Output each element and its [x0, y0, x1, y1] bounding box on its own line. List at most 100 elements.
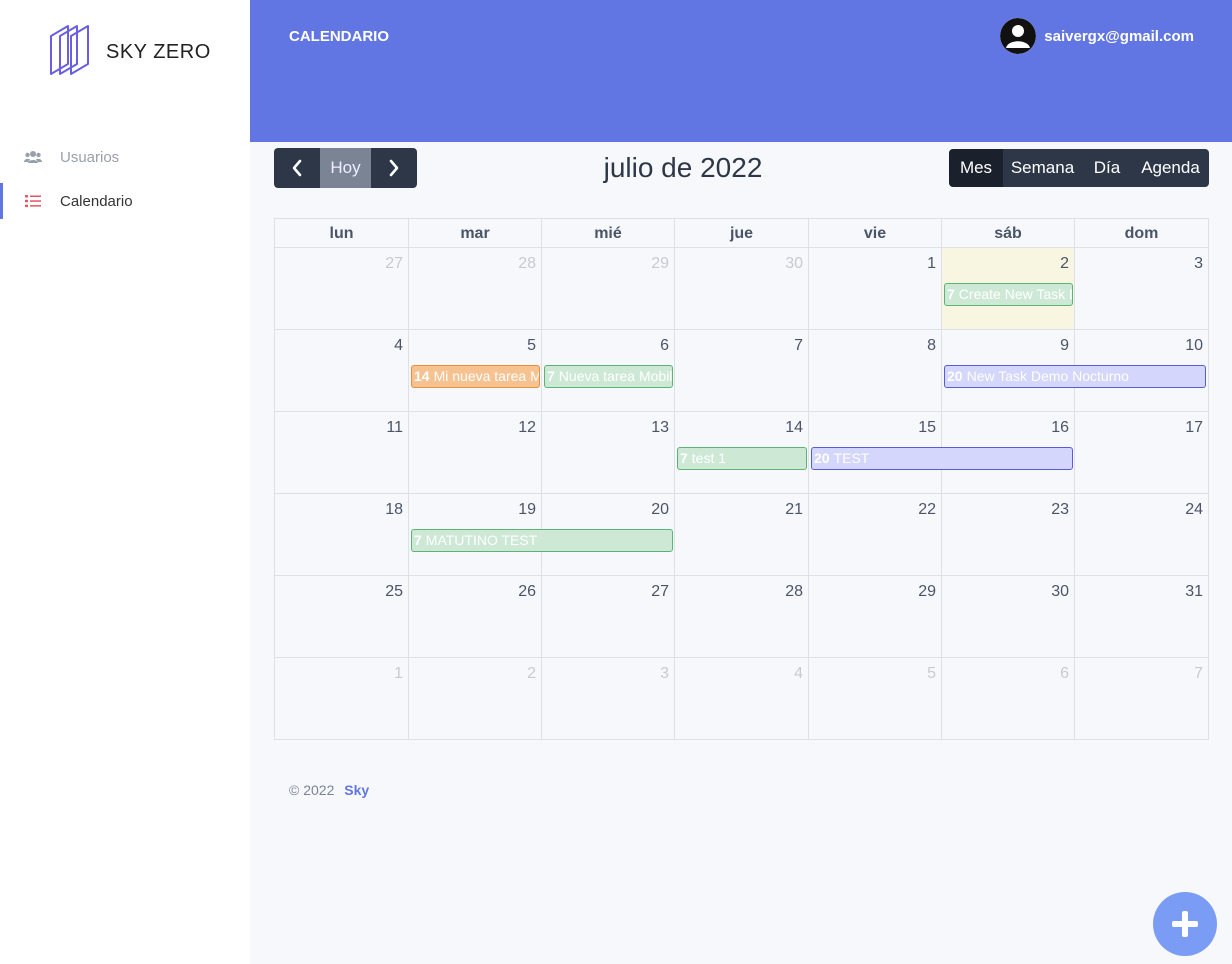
day-number[interactable]: 25 [385, 583, 403, 601]
day-cell[interactable]: 11 [275, 412, 409, 494]
user-menu[interactable]: saivergx@gmail.com [1000, 18, 1194, 54]
list-icon [24, 192, 42, 210]
event-badge: 7 [414, 532, 422, 548]
day-cell[interactable]: 4 [675, 658, 809, 740]
view-semana-button[interactable]: Semana [1003, 149, 1082, 187]
day-cell[interactable]: 27 [275, 248, 409, 330]
day-number[interactable]: 14 [785, 419, 803, 437]
day-number[interactable]: 2 [527, 665, 536, 683]
day-cell[interactable]: 31 [1075, 576, 1208, 658]
day-number[interactable]: 17 [1185, 419, 1203, 437]
calendar-event[interactable]: 7 test 1 [677, 447, 807, 470]
day-number[interactable]: 3 [1194, 255, 1203, 273]
day-cell[interactable]: 8 [809, 330, 942, 412]
day-number[interactable]: 30 [785, 255, 803, 273]
prev-button[interactable] [274, 148, 320, 188]
add-event-button[interactable] [1153, 892, 1217, 956]
day-number[interactable]: 7 [794, 337, 803, 355]
day-number[interactable]: 12 [518, 419, 536, 437]
calendar-event[interactable]: 7Create New Task Demo [944, 283, 1073, 306]
day-number[interactable]: 4 [794, 665, 803, 683]
day-number[interactable]: 20 [651, 501, 669, 519]
day-number[interactable]: 27 [651, 583, 669, 601]
day-number[interactable]: 1 [394, 665, 403, 683]
day-number[interactable]: 19 [518, 501, 536, 519]
day-number[interactable]: 1 [927, 255, 936, 273]
view-agenda-button[interactable]: Agenda [1132, 149, 1209, 187]
day-number[interactable]: 2 [1060, 255, 1069, 273]
day-number[interactable]: 28 [785, 583, 803, 601]
day-cell[interactable]: 3 [1075, 248, 1208, 330]
day-cell[interactable]: 1 [809, 248, 942, 330]
sidebar-item-usuarios[interactable]: Usuarios [0, 139, 250, 175]
day-cell[interactable]: 25 [275, 576, 409, 658]
day-number[interactable]: 15 [918, 419, 936, 437]
weekday-header: vie [809, 219, 942, 248]
brand[interactable]: SKY ZERO [48, 22, 211, 83]
sidebar-item-calendario[interactable]: Calendario [0, 183, 250, 219]
day-number[interactable]: 18 [385, 501, 403, 519]
calendar-event[interactable]: 7 Nueva tarea Mobile [544, 365, 673, 388]
day-cell[interactable]: 22 [809, 494, 942, 576]
day-number[interactable]: 7 [1194, 665, 1203, 683]
calendar-event[interactable]: 20 TEST [811, 447, 1073, 470]
day-cell[interactable]: 30 [675, 248, 809, 330]
footer-link[interactable]: Sky [344, 782, 369, 798]
day-cell[interactable]: 26 [409, 576, 542, 658]
view-mes-button[interactable]: Mes [949, 149, 1003, 187]
day-number[interactable]: 22 [918, 501, 936, 519]
day-number[interactable]: 29 [918, 583, 936, 601]
day-number[interactable]: 29 [651, 255, 669, 273]
day-cell[interactable]: 29 [809, 576, 942, 658]
day-number[interactable]: 16 [1051, 419, 1069, 437]
day-number[interactable]: 26 [518, 583, 536, 601]
day-cell[interactable]: 12 [409, 412, 542, 494]
day-number[interactable]: 9 [1060, 337, 1069, 355]
calendar-event[interactable]: 20 New Task Demo Nocturno [944, 365, 1206, 388]
day-number[interactable]: 13 [651, 419, 669, 437]
day-number[interactable]: 21 [785, 501, 803, 519]
day-number[interactable]: 11 [386, 419, 403, 437]
day-cell[interactable]: 2 [409, 658, 542, 740]
day-number[interactable]: 28 [518, 255, 536, 273]
day-cell[interactable]: 3 [542, 658, 675, 740]
day-number[interactable]: 5 [927, 665, 936, 683]
day-number[interactable]: 6 [1060, 665, 1069, 683]
day-cell[interactable]: 23 [942, 494, 1075, 576]
day-number[interactable]: 8 [927, 337, 936, 355]
day-number[interactable]: 5 [527, 337, 536, 355]
next-button[interactable] [371, 148, 417, 188]
day-cell[interactable]: 7 [1075, 658, 1208, 740]
day-cell[interactable]: 5 [809, 658, 942, 740]
day-cell[interactable]: 24 [1075, 494, 1208, 576]
day-cell[interactable]: 13 [542, 412, 675, 494]
day-cell[interactable]: 18 [275, 494, 409, 576]
day-cell[interactable]: 21 [675, 494, 809, 576]
day-cell[interactable]: 1 [275, 658, 409, 740]
day-number[interactable]: 6 [660, 337, 669, 355]
day-number[interactable]: 4 [394, 337, 403, 355]
day-cell[interactable]: 28 [409, 248, 542, 330]
day-cell[interactable]: 7 [675, 330, 809, 412]
weekday-header: dom [1075, 219, 1208, 248]
day-number[interactable]: 27 [385, 255, 403, 273]
copyright: © 2022 [289, 782, 335, 798]
day-number[interactable]: 30 [1051, 583, 1069, 601]
day-cell[interactable]: 29 [542, 248, 675, 330]
calendar-event[interactable]: 14Mi nueva tarea Mobile [411, 365, 540, 388]
day-cell[interactable]: 27 [542, 576, 675, 658]
day-cell[interactable]: 4 [275, 330, 409, 412]
day-cell[interactable]: 6 [942, 658, 1075, 740]
day-number[interactable]: 24 [1185, 501, 1203, 519]
day-cell[interactable]: 17 [1075, 412, 1208, 494]
day-number[interactable]: 31 [1185, 583, 1203, 601]
today-button[interactable]: Hoy [320, 148, 371, 188]
chevron-left-icon [292, 159, 302, 177]
view-dia-button[interactable]: Día [1082, 149, 1132, 187]
day-number[interactable]: 23 [1051, 501, 1069, 519]
day-cell[interactable]: 28 [675, 576, 809, 658]
day-number[interactable]: 10 [1185, 337, 1203, 355]
day-number[interactable]: 3 [660, 665, 669, 683]
day-cell[interactable]: 30 [942, 576, 1075, 658]
calendar-event[interactable]: 7 MATUTINO TEST [411, 529, 673, 552]
